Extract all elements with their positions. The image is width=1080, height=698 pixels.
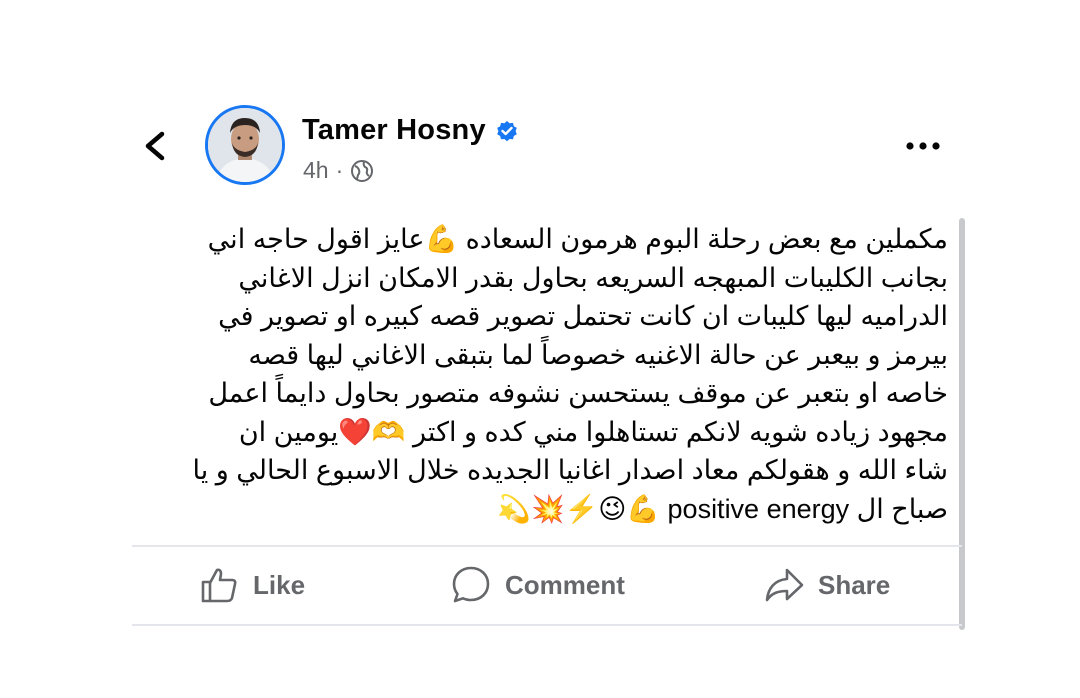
- like-button[interactable]: Like: [199, 560, 305, 610]
- avatar[interactable]: [205, 105, 285, 185]
- more-dots-icon: [906, 142, 940, 150]
- scrollbar[interactable]: [959, 218, 965, 630]
- back-button[interactable]: [136, 126, 176, 166]
- like-label: Like: [253, 569, 306, 600]
- globe-icon: [350, 159, 374, 183]
- divider: [132, 545, 962, 547]
- author-name[interactable]: Tamer Hosny: [302, 114, 486, 147]
- comment-label: Comment: [505, 569, 625, 600]
- more-options-button[interactable]: [903, 132, 943, 160]
- post-meta: 4h ·: [303, 157, 374, 184]
- post-text: مكملين مع بعض رحلة البوم هرمون السعاده 💪…: [192, 224, 948, 524]
- divider: [132, 624, 962, 626]
- share-label: Share: [818, 569, 891, 600]
- verified-badge-icon: [495, 119, 519, 143]
- comment-button[interactable]: Comment: [451, 560, 625, 610]
- meta-separator: ·: [335, 157, 344, 183]
- avatar-image: [208, 108, 282, 182]
- thumbs-up-icon: [201, 568, 237, 603]
- share-button[interactable]: Share: [764, 560, 890, 610]
- post-time[interactable]: 4h: [303, 157, 329, 184]
- speech-bubble-icon: [452, 566, 490, 603]
- share-arrow-icon: [765, 568, 804, 602]
- author-row: Tamer Hosny: [302, 114, 519, 147]
- chevron-left-icon: [145, 131, 165, 161]
